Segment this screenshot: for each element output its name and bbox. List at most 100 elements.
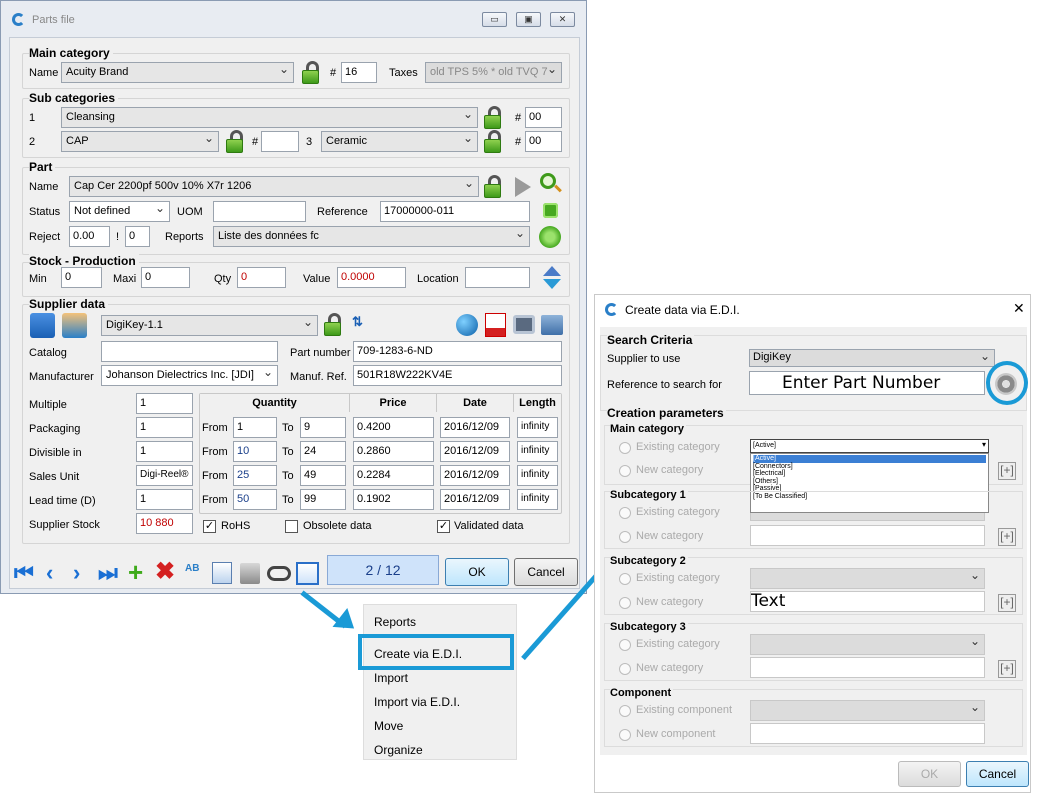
catalog-input[interactable] xyxy=(101,341,278,362)
arrow-down-icon[interactable] xyxy=(543,279,561,289)
menu-item-organize[interactable]: Organize xyxy=(374,743,423,757)
supplier-select[interactable]: DigiKey-1.1 xyxy=(101,315,318,336)
existing-component-radio[interactable] xyxy=(619,705,631,717)
existing-category-radio[interactable] xyxy=(619,573,631,585)
rohs-checkbox[interactable]: ✓ xyxy=(203,520,216,533)
arrow-up-icon[interactable] xyxy=(543,266,561,276)
subcategory-2-new-input[interactable]: Text xyxy=(750,591,985,612)
existing-component-select[interactable] xyxy=(750,700,985,721)
truck-icon[interactable] xyxy=(30,313,55,338)
contact-icon[interactable] xyxy=(62,313,87,338)
close-button[interactable]: ✕ xyxy=(550,12,575,27)
menu-item-import-via-edi[interactable]: Import via E.D.I. xyxy=(374,695,460,709)
date-input[interactable]: 2016/12/09 xyxy=(440,441,510,462)
price-input[interactable]: 0.1902 xyxy=(353,489,434,510)
length-input[interactable]: infinity xyxy=(517,465,558,486)
date-input[interactable]: 2016/12/09 xyxy=(440,417,510,438)
part-number-input[interactable]: 709-1283-6-ND xyxy=(353,341,562,362)
packaging-input[interactable]: 1 xyxy=(136,417,193,438)
add-category-button[interactable]: [+] xyxy=(998,462,1016,480)
maximize-button[interactable]: ▣ xyxy=(516,12,541,27)
cancel-button[interactable]: Cancel xyxy=(514,558,578,586)
qty-input[interactable]: 0 xyxy=(237,267,286,288)
maxi-input[interactable]: 0 xyxy=(141,267,190,288)
add-subcategory-2-button[interactable]: [+] xyxy=(998,594,1016,612)
minimize-button[interactable]: ▭ xyxy=(482,12,507,27)
database-icon[interactable] xyxy=(541,315,563,335)
subcategory-3-select[interactable] xyxy=(750,634,985,655)
status-select[interactable]: Not defined xyxy=(69,201,170,222)
divisible-input[interactable]: 1 xyxy=(136,441,193,462)
new-category-radio[interactable] xyxy=(619,663,631,675)
globe-icon[interactable] xyxy=(456,314,478,336)
length-input[interactable]: infinity xyxy=(517,417,558,438)
lock-icon[interactable] xyxy=(483,175,505,199)
edi-close-icon[interactable]: ✕ xyxy=(1013,300,1025,317)
existing-category-radio[interactable] xyxy=(619,442,631,454)
length-input[interactable]: infinity xyxy=(517,489,558,510)
subcategory-3-number[interactable]: 00 xyxy=(525,131,562,152)
obsolete-checkbox[interactable] xyxy=(285,520,298,533)
new-category-radio[interactable] xyxy=(619,597,631,609)
list-item[interactable]: [Electrical] xyxy=(753,470,986,478)
add-subcategory-3-button[interactable]: [+] xyxy=(998,660,1016,678)
main-category-select[interactable]: [Active] ▾ xyxy=(750,439,989,453)
subcategory-2-number[interactable] xyxy=(261,131,299,152)
price-input[interactable]: 0.2284 xyxy=(353,465,434,486)
reference-input[interactable]: 17000000-011 xyxy=(380,201,530,222)
edi-ok-button[interactable]: OK xyxy=(898,761,961,787)
table-menu-icon[interactable] xyxy=(296,562,319,585)
edi-cancel-button[interactable]: Cancel xyxy=(966,761,1029,787)
new-category-radio[interactable] xyxy=(619,531,631,543)
multiple-input[interactable]: 1 xyxy=(136,393,193,414)
from-input[interactable]: 1 xyxy=(233,417,277,438)
menu-item-import[interactable]: Import xyxy=(374,671,408,685)
part-name-select[interactable]: Cap Cer 2200pf 500v 10% X7r 1206 xyxy=(69,176,479,197)
new-component-radio[interactable] xyxy=(619,729,631,741)
manufacturer-select[interactable]: Johanson Dielectrics Inc. [JDI] xyxy=(101,365,278,386)
supplier-to-use-select[interactable]: DigiKey xyxy=(749,349,995,367)
menu-item-move[interactable]: Move xyxy=(374,719,403,733)
list-item[interactable]: [Others] xyxy=(753,478,986,486)
spellcheck-icon[interactable]: AB xyxy=(185,563,205,583)
play-icon[interactable] xyxy=(515,177,531,197)
subcategory-2-select[interactable] xyxy=(750,568,985,589)
min-input[interactable]: 0 xyxy=(61,267,102,288)
uom-input[interactable] xyxy=(213,201,306,222)
reject-count-input[interactable]: 0 xyxy=(125,226,150,247)
gear-icon[interactable] xyxy=(543,203,558,218)
price-input[interactable]: 0.2860 xyxy=(353,441,434,462)
taxes-select[interactable]: old TPS 5% * old TVQ 7 xyxy=(425,62,562,83)
existing-category-radio[interactable] xyxy=(619,639,631,651)
from-input[interactable]: 25 xyxy=(233,465,277,486)
main-category-number[interactable]: 16 xyxy=(341,62,377,83)
sort-az-icon[interactable]: ⇅ xyxy=(352,314,363,330)
add-icon[interactable]: + xyxy=(128,559,143,585)
date-input[interactable]: 2016/12/09 xyxy=(440,465,510,486)
validated-checkbox[interactable]: ✓ xyxy=(437,520,450,533)
subcategory-1-select[interactable] xyxy=(750,513,985,521)
lock-icon[interactable] xyxy=(483,106,505,130)
reference-search-input[interactable]: Enter Part Number xyxy=(749,371,985,395)
delete-icon[interactable]: ✖ xyxy=(155,560,175,584)
first-record-icon[interactable]: ⏮ xyxy=(14,561,34,585)
next-record-icon[interactable]: › xyxy=(73,561,80,585)
reports-select[interactable]: Liste des données fc xyxy=(213,226,530,247)
lock-icon[interactable] xyxy=(301,61,323,85)
subcategory-1-new-input[interactable] xyxy=(750,525,985,546)
camera-icon[interactable] xyxy=(513,315,535,334)
to-input[interactable]: 49 xyxy=(300,465,346,486)
subcategory-3-new-input[interactable] xyxy=(750,657,985,678)
menu-item-reports[interactable]: Reports xyxy=(374,615,416,629)
pdf-icon[interactable] xyxy=(485,313,506,337)
gears-icon[interactable] xyxy=(539,226,561,248)
list-item[interactable]: [Active] xyxy=(753,455,986,463)
lead-time-input[interactable]: 1 xyxy=(136,489,193,510)
from-input[interactable]: 10 xyxy=(233,441,277,462)
subcategory-2-select[interactable]: CAP xyxy=(61,131,219,152)
binoculars-icon[interactable] xyxy=(267,566,291,581)
to-input[interactable]: 24 xyxy=(300,441,346,462)
lock-icon[interactable] xyxy=(225,130,247,154)
reject-input[interactable]: 0.00 xyxy=(69,226,110,247)
from-input[interactable]: 50 xyxy=(233,489,277,510)
